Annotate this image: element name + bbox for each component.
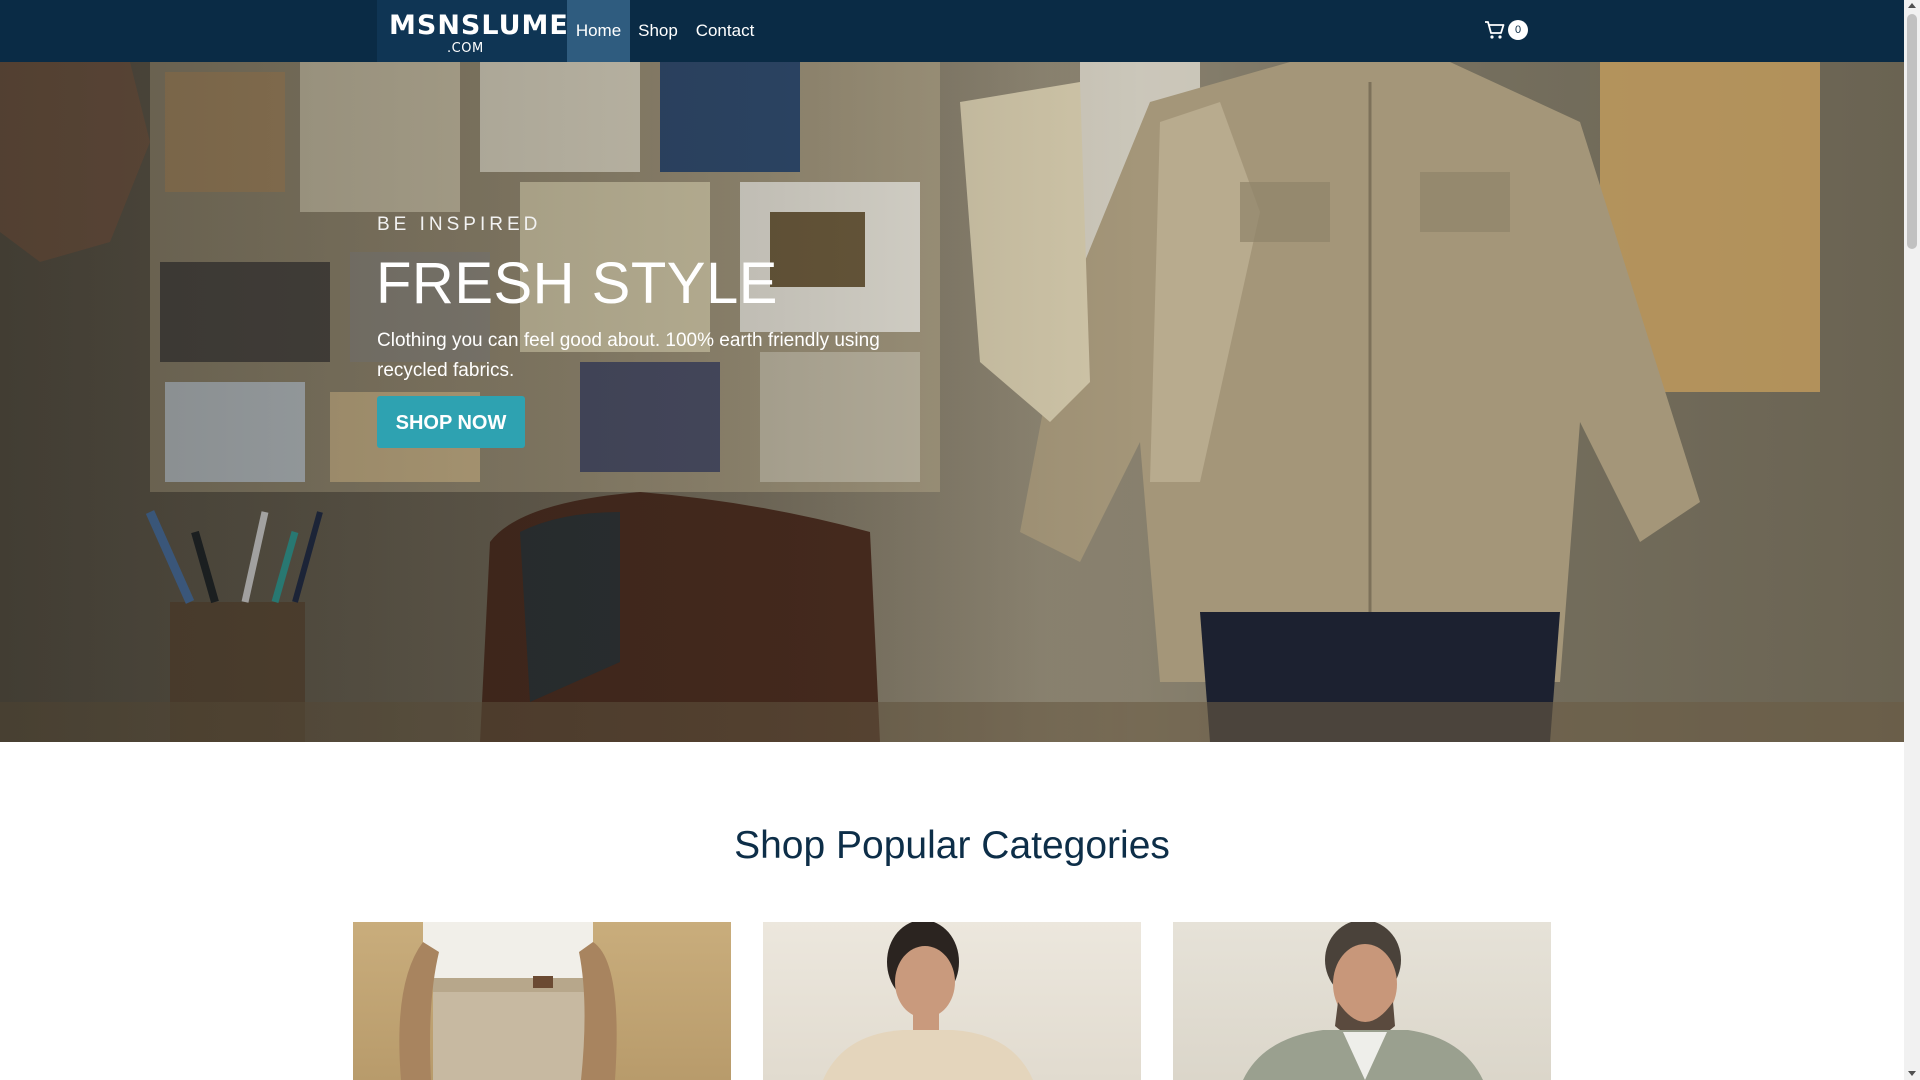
cart-icon (1485, 21, 1505, 39)
cart-button[interactable]: 0 (1484, 18, 1530, 44)
scroll-down-arrow-icon[interactable] (1908, 1071, 1916, 1076)
page-scrollbar[interactable] (1904, 0, 1920, 1080)
category-image-pants (399, 922, 617, 1080)
category-card-tees[interactable] (763, 922, 1141, 1080)
nav-contact-link[interactable]: Contact (686, 0, 764, 62)
category-card-pants[interactable] (353, 922, 731, 1080)
scroll-up-arrow-icon[interactable] (1908, 3, 1916, 8)
shop-now-button[interactable]: SHOP NOW (377, 396, 525, 448)
hero-eyebrow: BE INSPIRED (377, 214, 542, 235)
cart-count-badge: 0 (1508, 20, 1528, 40)
category-card-jackets[interactable] (1173, 922, 1551, 1080)
hero-title: FRESH STYLE (376, 251, 778, 316)
logo-domain: .COM (447, 41, 484, 56)
categories-heading: Shop Popular Categories (734, 824, 1170, 867)
top-navbar: MSNSLUME .COM Home Shop Contact 0 (0, 0, 1904, 62)
hero-banner: BE INSPIRED FRESH STYLE Clothing you can… (0, 62, 1904, 742)
hero-description: Clothing you can feel good about. 100% e… (377, 330, 880, 381)
brand-logo[interactable]: MSNSLUME .COM (377, 0, 569, 62)
nav-shop-link[interactable]: Shop (630, 0, 686, 62)
nav-home-link[interactable]: Home (567, 0, 630, 62)
scrollbar-thumb[interactable] (1907, 14, 1917, 249)
category-image-jackets (1243, 922, 1483, 1080)
hero-shade (0, 62, 1904, 742)
logo-wordmark: MSNSLUME (389, 10, 569, 41)
category-image-tees (823, 922, 1033, 1080)
